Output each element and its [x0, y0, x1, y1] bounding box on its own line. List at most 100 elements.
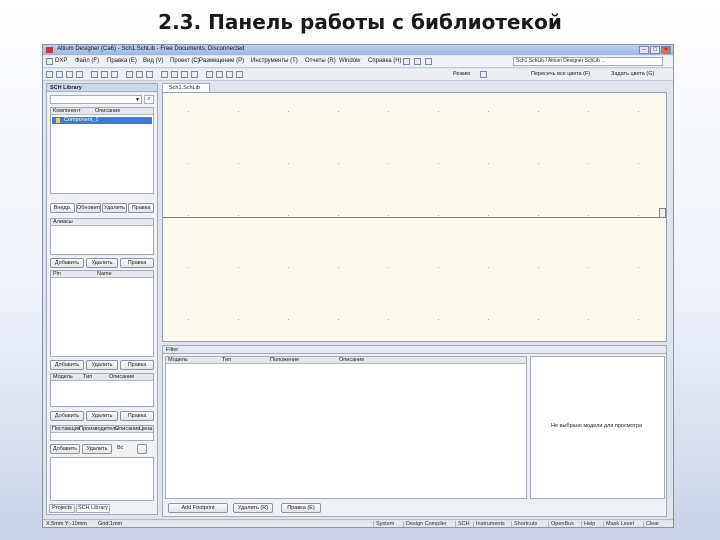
status-sch[interactable]: SCH — [455, 521, 470, 527]
components-list[interactable]: Компонент Описание Component_1 — [50, 107, 154, 194]
menu-reports[interactable]: Отчеты (R) — [305, 58, 336, 64]
supplier-options-button[interactable] — [137, 444, 147, 454]
model-filter-panel: Filter Модель Тип Положение Описание Не … — [162, 345, 667, 517]
status-design-compiler[interactable]: Design Compiler — [403, 521, 447, 527]
menu-file[interactable]: Файл (F) — [75, 58, 99, 64]
undo-icon[interactable] — [181, 71, 188, 78]
zoom-in-icon[interactable] — [91, 71, 98, 78]
toolbar-icon-3[interactable] — [425, 58, 432, 65]
rectangle-icon[interactable] — [236, 71, 243, 78]
status-openbus[interactable]: OpenBus — [548, 521, 574, 527]
text-icon[interactable] — [226, 71, 233, 78]
line-icon[interactable] — [206, 71, 213, 78]
aliases-list[interactable]: Алиасы — [50, 218, 154, 255]
add-pin-button[interactable]: Добавить — [50, 360, 84, 370]
grid-dot — [488, 319, 489, 320]
open-icon[interactable] — [56, 71, 63, 78]
tab-sch-library[interactable]: SCH Library — [76, 504, 110, 513]
status-system[interactable]: System — [373, 521, 394, 527]
status-help[interactable]: Help — [581, 521, 595, 527]
zoom-out-icon[interactable] — [101, 71, 108, 78]
mode-label[interactable]: Режим — [453, 71, 470, 77]
toolbar-icon-2[interactable] — [414, 58, 421, 65]
component-icon — [56, 118, 60, 123]
menu-view[interactable]: Вид (V) — [143, 58, 164, 64]
cut-icon[interactable] — [126, 71, 133, 78]
set-colors-button[interactable]: Задать цвета (G) — [611, 71, 654, 77]
print-icon[interactable] — [76, 71, 83, 78]
edit-component-button[interactable]: Правка — [128, 203, 154, 213]
grid-dot — [588, 111, 589, 112]
new-doc-icon[interactable] — [46, 71, 53, 78]
paste-icon[interactable] — [146, 71, 153, 78]
add-supplier-button[interactable]: Добавить — [50, 444, 80, 454]
delete-alias-button[interactable]: Удалить — [86, 258, 118, 268]
grid-dot — [188, 111, 189, 112]
edit-pin-button[interactable]: Правка — [120, 360, 154, 370]
grid-dot — [188, 163, 189, 164]
models-table[interactable]: Модель Тип Положение Описание — [165, 356, 527, 499]
tab-projects[interactable]: Projects — [49, 504, 75, 513]
add-model-button[interactable]: Добавить — [50, 411, 84, 421]
edit-alias-button[interactable]: Правка — [120, 258, 154, 268]
select-icon[interactable] — [161, 71, 168, 78]
search-icon[interactable]: ⌕ — [144, 95, 154, 104]
menu-dxp[interactable]: DXP — [55, 58, 67, 64]
pins-header: Pin Name — [51, 271, 153, 278]
status-instruments[interactable]: Instruments — [473, 521, 505, 527]
edit-model-button[interactable]: Правка — [120, 411, 154, 421]
menu-tools[interactable]: Инструменты (T) — [251, 58, 298, 64]
chevron-down-icon: ▾ — [135, 97, 139, 103]
menu-window[interactable]: Window — [339, 58, 360, 64]
grid-dot — [488, 267, 489, 268]
mode-dropdown-icon[interactable] — [480, 71, 487, 78]
remove-model-button[interactable]: Удалить (R) — [233, 503, 273, 513]
add-component-button[interactable]: Обновить — [76, 203, 101, 213]
menu-edit[interactable]: Правка (E) — [107, 58, 137, 64]
menu-place[interactable]: Размещение (P) — [199, 58, 244, 64]
redo-icon[interactable] — [191, 71, 198, 78]
schematic-canvas[interactable] — [162, 92, 667, 342]
window-title: Altium Designer (Ca6) - Sch1.SchLib - Fr… — [57, 46, 245, 52]
scroll-marker[interactable] — [659, 208, 666, 218]
minimize-button[interactable]: – — [639, 46, 649, 54]
pins-list[interactable]: Pin Name — [50, 270, 154, 357]
save-icon[interactable] — [66, 71, 73, 78]
place-component-button[interactable]: Внедр. — [50, 203, 75, 213]
toolbar-icon-1[interactable] — [403, 58, 410, 65]
edit-model-filter-button[interactable]: Правка (E) — [281, 503, 321, 513]
menu-project[interactable]: Проект (C) — [170, 58, 200, 64]
document-path-field[interactable]: Sch1.SchLib / Altium Designer SchLib ... — [513, 57, 663, 66]
status-shortcuts[interactable]: Shortcuts — [511, 521, 537, 527]
models-list[interactable]: Модель Тип Описание — [50, 373, 154, 407]
delete-pin-button[interactable]: Удалить — [86, 360, 118, 370]
menu-help[interactable]: Справка (H) — [368, 58, 402, 64]
aliases-label: Алиасы — [53, 219, 73, 225]
zoom-fit-icon[interactable] — [111, 71, 118, 78]
grid-dot — [288, 267, 289, 268]
grid-dot — [438, 267, 439, 268]
grid-dot — [638, 267, 639, 268]
app-window: Altium Designer (Ca6) - Sch1.SchLib - Fr… — [42, 44, 674, 528]
library-filter-input[interactable]: ▾ — [50, 95, 142, 104]
move-icon[interactable] — [171, 71, 178, 78]
copy-icon[interactable] — [136, 71, 143, 78]
grid-dot — [438, 163, 439, 164]
delete-supplier-button[interactable]: Удалить — [82, 444, 112, 454]
add-alias-button[interactable]: Добавить — [50, 258, 84, 268]
status-mask-level[interactable]: Mask Level — [603, 521, 634, 527]
col-description: Описание — [95, 108, 121, 114]
component-name: Component_1 — [64, 117, 99, 123]
maximize-button[interactable]: □ — [650, 46, 660, 54]
delete-component-button[interactable]: Удалить — [102, 203, 127, 213]
tab-document[interactable]: Sch1.SchLib — [162, 83, 210, 92]
suppliers-list[interactable]: Поставщик Производитель Описание Цена — [50, 425, 154, 441]
grid-dot — [388, 111, 389, 112]
status-clear[interactable]: Clear — [643, 521, 659, 527]
list-item[interactable]: Component_1 — [52, 117, 152, 124]
cross-all-colors-button[interactable]: Пересечь все цвета (F) — [531, 71, 590, 77]
close-button[interactable]: × — [661, 46, 671, 54]
pin-icon[interactable] — [216, 71, 223, 78]
add-footprint-button[interactable]: Add Footprint — [168, 503, 228, 513]
delete-model-button[interactable]: Удалить — [86, 411, 118, 421]
